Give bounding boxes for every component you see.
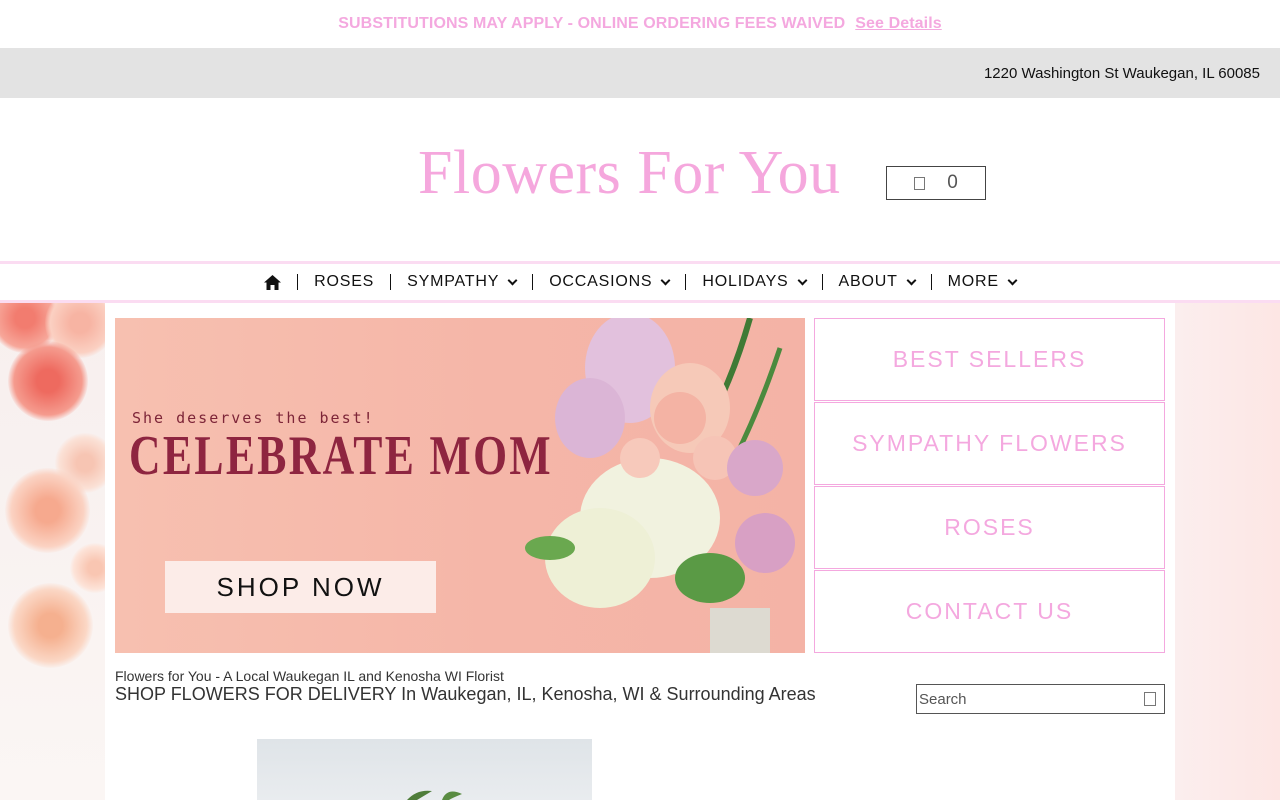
store-address: 1220 Washington St Waukegan, IL 60085 <box>983 64 1260 82</box>
intro-title: SHOP FLOWERS FOR DELIVERY In Waukegan, I… <box>115 684 816 704</box>
nav-about[interactable]: ABOUT <box>821 273 931 290</box>
nav-occasions-label: OCCASIONS <box>549 273 653 290</box>
left-rose-decoration <box>0 303 105 800</box>
cart-icon <box>914 176 926 190</box>
contact-us-button[interactable]: CONTACT US <box>814 570 1165 653</box>
see-details-link[interactable]: See Details <box>855 15 941 33</box>
product-image[interactable] <box>257 739 592 800</box>
search-input[interactable] <box>919 690 1129 708</box>
nav-sympathy-label: SYMPATHY <box>407 273 500 290</box>
right-background <box>1175 303 1280 800</box>
chevron-down-icon <box>1007 275 1018 285</box>
chevron-down-icon <box>906 275 917 285</box>
intro-subtitle: Flowers for You - A Local Waukegan IL an… <box>115 668 504 684</box>
nav-roses[interactable]: ROSES <box>297 273 390 290</box>
nav-about-label: ABOUT <box>838 273 898 290</box>
announcement-text: SUBSTITUTIONS MAY APPLY - ONLINE ORDERIN… <box>338 15 846 32</box>
hero-headline: CELEBRATE MOM <box>129 425 553 487</box>
address-bar: 1220 Washington St Waukegan, IL 60085 <box>0 48 1280 98</box>
hero-banner[interactable]: She deserves the best! CELEBRATE MOM SHO… <box>115 318 805 653</box>
site-logo[interactable]: Flowers For You <box>418 138 841 209</box>
nav-occasions[interactable]: OCCASIONS <box>532 273 685 290</box>
search-box <box>916 684 1165 714</box>
nav-home[interactable] <box>248 274 297 290</box>
nav-roses-label: ROSES <box>314 273 375 290</box>
best-sellers-button[interactable]: BEST SELLERS <box>814 318 1165 401</box>
chevron-down-icon <box>797 275 807 285</box>
search-icon[interactable] <box>1144 692 1156 706</box>
cart-count: 0 <box>947 172 958 193</box>
roses-button[interactable]: ROSES <box>814 486 1165 569</box>
nav-more[interactable]: MORE <box>930 273 1032 290</box>
nav-holidays[interactable]: HOLIDAYS <box>685 273 821 290</box>
nav-more-label: MORE <box>947 273 999 290</box>
main-nav: ROSES SYMPATHY OCCASIONS HOLIDAYS ABOUT … <box>0 261 1280 303</box>
home-icon <box>264 274 282 290</box>
nav-sympathy[interactable]: SYMPATHY <box>390 273 532 290</box>
chevron-down-icon <box>507 275 518 285</box>
plant-leaves-image <box>407 790 462 800</box>
cart-button[interactable]: 0 <box>886 166 986 200</box>
sympathy-flowers-button[interactable]: SYMPATHY FLOWERS <box>814 402 1165 485</box>
nav-holidays-label: HOLIDAYS <box>702 273 789 290</box>
shop-now-button[interactable]: SHOP NOW <box>165 561 436 613</box>
chevron-down-icon <box>660 275 671 285</box>
announcement-bar: SUBSTITUTIONS MAY APPLY - ONLINE ORDERIN… <box>0 0 1280 48</box>
